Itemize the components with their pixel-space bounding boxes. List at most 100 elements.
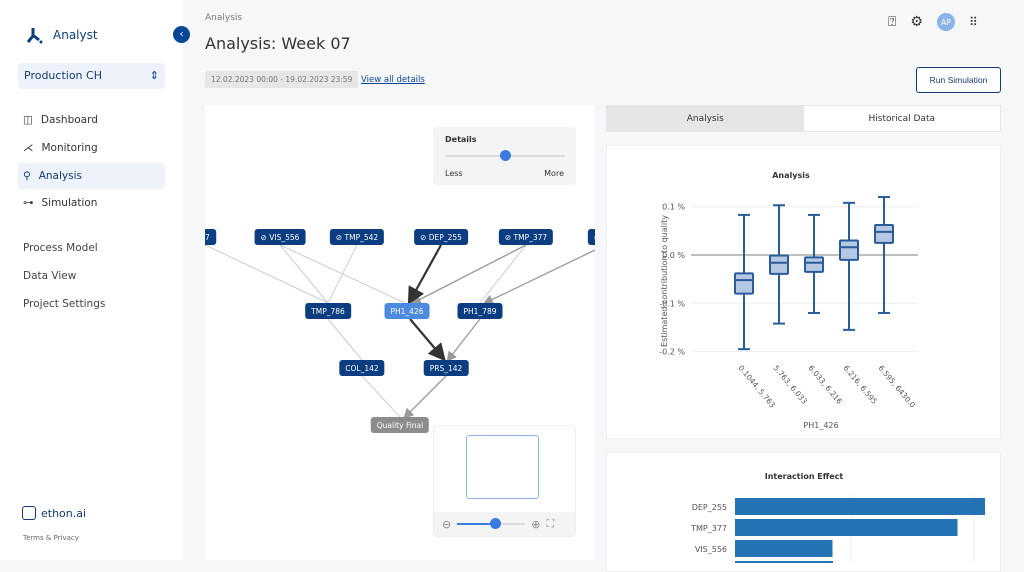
run-simulation-button[interactable]: Run Simulation [916, 67, 1001, 93]
monitoring-icon: ⋌ [23, 142, 34, 154]
graph-edge [410, 244, 527, 305]
sidebar-item-project-settings[interactable]: Project Settings [23, 298, 105, 310]
graph-node[interactable]: 57 [205, 229, 216, 245]
graph-node-ph1789[interactable]: PH1_789 [457, 303, 503, 319]
app-name: Analyst [53, 28, 98, 42]
zoom-out-icon[interactable]: ⊖ [442, 518, 451, 531]
graph-node-quality-final[interactable]: Quality Final [370, 417, 430, 433]
sidebar-item-simulation[interactable]: ⊶ Simulation [18, 190, 165, 216]
fit-view-icon[interactable]: ⛶ [546, 517, 554, 531]
sidebar-item-process-model[interactable]: Process Model [23, 242, 98, 254]
key-icon: ⊶ [23, 197, 34, 209]
analysis-chart-card: Analysis 0.1 % 0.0 % -0.1 % -0.2 % Estimated … [606, 145, 1001, 439]
brand: ethon.ai [22, 506, 86, 520]
gear-icon[interactable]: ⚙ [910, 14, 923, 30]
graph-node-tmp786[interactable]: TMP_786 [305, 303, 351, 319]
details-slider[interactable] [445, 150, 565, 161]
chart-title: Interaction Effect [765, 472, 844, 481]
box-plot: Analysis0.1 %0.0 %-0.1 %-0.2 %Estimated … [659, 171, 918, 430]
bar-label: VIS_556 [695, 545, 727, 554]
sidebar-item-label: Dashboard [40, 114, 98, 126]
check-circle-icon: ⊘ [260, 232, 270, 242]
zoom-slider-handle[interactable] [489, 518, 501, 529]
x-tick-label: 6.033, 6.216 [806, 364, 844, 407]
graph-node-dep255[interactable]: ⊘ DEP_255 [414, 229, 468, 245]
node-label: TMP_542 [344, 232, 379, 242]
bar [735, 498, 985, 515]
tab-analysis[interactable]: Analysis [607, 106, 804, 131]
project-name: Production CH [24, 69, 102, 82]
interaction-bar-chart: Interaction Effect DEP_255 TMP_377 VIS_556 [690, 472, 985, 565]
zoom-in-icon[interactable]: ⊕ [531, 518, 540, 531]
node-label: 57 [205, 232, 210, 242]
avatar[interactable]: AP [936, 13, 955, 31]
minimap-viewport[interactable] [466, 435, 539, 499]
box [804, 256, 824, 273]
node-label: TMP_377 [513, 232, 548, 242]
minimap[interactable]: ⊖ ⊕ ⛶ [433, 425, 576, 537]
bar [735, 519, 958, 536]
sidebar-item-analysis[interactable]: ⚲ Analysis [18, 163, 165, 189]
date-range-badge: 12.02.2023 00:00 - 19.02.2023 23:59 [205, 71, 359, 88]
tab-historical-data[interactable]: Historical Data [804, 106, 1001, 131]
chart-title: Analysis [772, 171, 810, 180]
graph-node-vis556[interactable]: ⊘ VIS_556 [254, 229, 306, 245]
zoom-slider[interactable] [457, 518, 526, 529]
view-tabs: Analysis Historical Data [606, 105, 1001, 132]
breadcrumb[interactable]: Analysis [205, 13, 242, 23]
graph-edge [446, 318, 481, 363]
node-label: COL_142 [345, 363, 379, 373]
node-label: VIS_556 [269, 232, 300, 242]
check-circle-icon: ⊘ [504, 232, 514, 242]
sidebar-item-data-view[interactable]: Data View [23, 270, 76, 282]
box [874, 224, 894, 244]
details-slider-handle[interactable] [500, 150, 511, 161]
graph-node-col142[interactable]: COL_142 [339, 360, 385, 376]
graph-node-tmp542[interactable]: ⊘ TMP_542 [329, 229, 385, 245]
box [734, 272, 754, 295]
graph-node-tmp377[interactable]: ⊘ TMP_377 [498, 229, 554, 245]
node-label: TMP_786 [311, 306, 345, 316]
sidebar-item-dashboard[interactable]: ◫ Dashboard [18, 107, 165, 133]
graph-edge [327, 244, 358, 304]
chevron-left-icon: ‹ [179, 29, 184, 40]
dashboard-icon: ◫ [23, 114, 33, 126]
details-slider-panel: Details Less More [433, 127, 576, 185]
x-tick-label: 0.1044, 5.763 [736, 364, 777, 410]
help-icon[interactable]: ⍰ [888, 14, 896, 30]
box [769, 254, 789, 275]
bar [735, 561, 833, 565]
graph-edge [403, 375, 447, 419]
brand-name: ethon.ai [41, 506, 87, 520]
sidebar-item-label: Simulation [41, 197, 98, 209]
y-axis-label: Estimated contribution to quality [660, 215, 669, 347]
page-title: Analysis: Week 07 [205, 34, 351, 53]
graph-node[interactable]: ⊘ [587, 229, 595, 245]
graph-node-prs142[interactable]: PRS_142 [423, 360, 469, 376]
top-toolbar: ⍰ ⚙ AP ⠿ [888, 13, 978, 31]
x-axis-label: PH1_426 [803, 421, 838, 430]
less-label: Less [445, 169, 463, 178]
graph-edge [205, 244, 329, 304]
bar-label: TMP_377 [690, 524, 727, 533]
causal-graph-panel[interactable]: 57 ⊘ VIS_556 ⊘ TMP_542 ⊘ DEP_255 ⊘ TMP_3… [205, 105, 595, 560]
app-logo[interactable]: Analyst [25, 26, 98, 44]
y-tick-label: -0.2 % [659, 348, 685, 357]
sidebar-item-monitoring[interactable]: ⋌ Monitoring [18, 135, 165, 161]
x-tick-label: 6.595, 6430.0 [876, 364, 917, 410]
check-circle-icon: ⊘ [594, 233, 595, 242]
graph-edge [361, 375, 401, 418]
sidebar-item-label: Analysis [38, 170, 82, 182]
bar [735, 540, 833, 557]
terms-link[interactable]: Terms & Privacy [23, 534, 79, 542]
graph-edge [279, 244, 329, 304]
node-label: PH1_426 [390, 306, 424, 316]
node-label: Quality Final [376, 420, 424, 430]
view-all-details-link[interactable]: View all details [361, 75, 425, 85]
collapse-sidebar-button[interactable]: ‹ [173, 26, 190, 43]
box [839, 239, 859, 261]
project-selector[interactable]: Production CH ⇕ [18, 63, 165, 89]
apps-grid-icon[interactable]: ⠿ [969, 15, 978, 29]
chevron-updown-icon: ⇕ [149, 69, 159, 82]
graph-node-ph1426-selected[interactable]: PH1_426 [384, 303, 430, 319]
